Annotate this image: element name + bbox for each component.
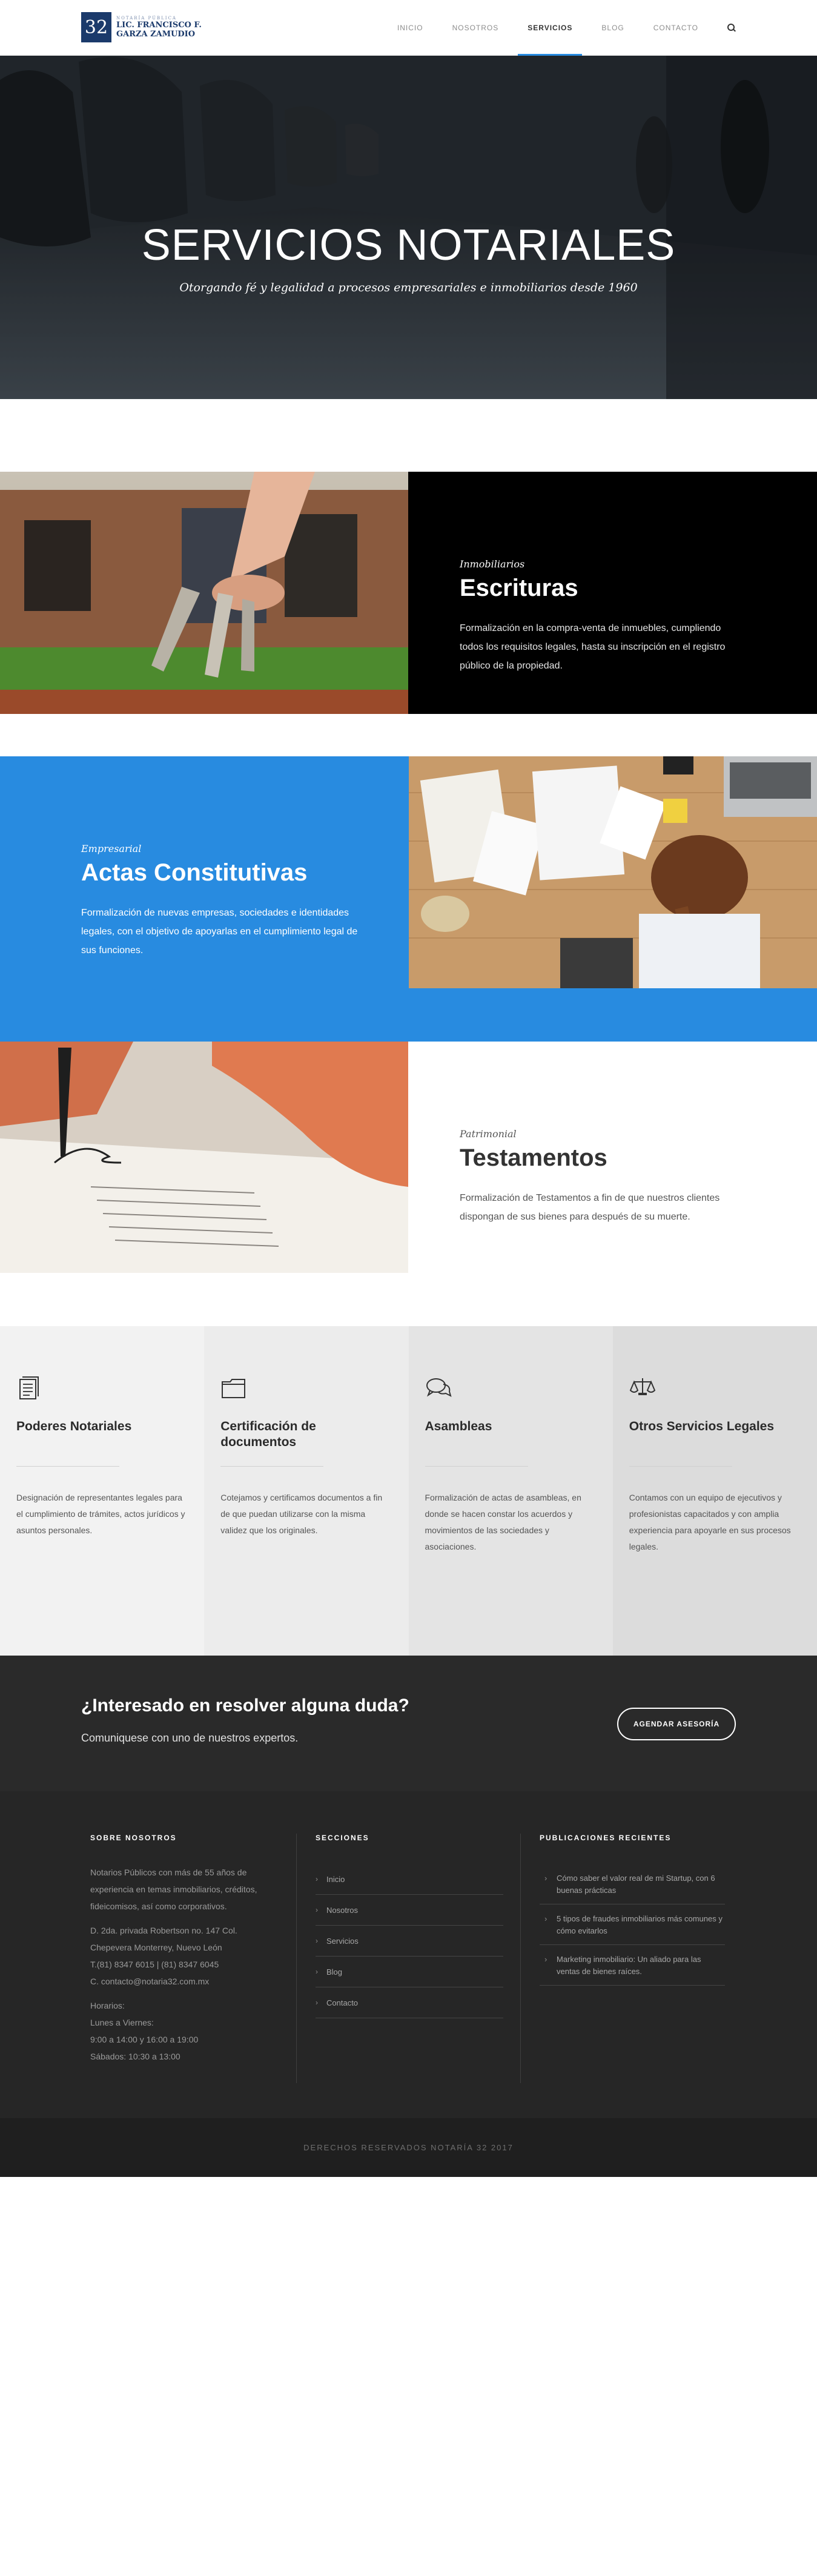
footer-phone: T.(81) 8347 6015 | (81) 8347 6045 (90, 1960, 219, 1969)
service-title: Asambleas (425, 1419, 492, 1433)
nav-contacto[interactable]: CONTACTO (653, 0, 698, 56)
chat-icon (426, 1378, 452, 1397)
footer-post-link[interactable]: › Marketing inmobiliario: Un aliado para … (540, 1945, 725, 1986)
chevron-right-icon: › (544, 1955, 547, 1964)
logo-name-line2: GARZA ZAMUDIO (116, 30, 196, 39)
hero-title: SERVICIOS NOTARIALES (141, 221, 676, 269)
service-body: Designación de representantes legales pa… (16, 1493, 185, 1535)
service-card: Poderes Notariales Designación de repres… (0, 1326, 205, 1656)
footer-about: SOBRE NOSOTROS Notarios Públicos con más… (90, 1834, 278, 2065)
footer-sections: SECCIONES › Inicio › Nosotros › Servicios ›… (316, 1834, 503, 2018)
service-divider (220, 1466, 324, 1467)
desk-photo (409, 756, 817, 988)
footer-about-title: SOBRE NOSOTROS (90, 1834, 177, 1842)
keys-photo (0, 472, 408, 714)
footer-link-label: Nosotros (326, 1905, 359, 1915)
cta-title: ¿Interesado en resolver alguna duda? (81, 1696, 409, 1716)
footer-link-nosotros[interactable]: › Nosotros (316, 1895, 503, 1926)
footer-post-title: Marketing inmobiliario: Un aliado para l… (557, 1955, 701, 1976)
feature-eyebrow: Patrimonial (460, 1128, 517, 1140)
footer-post-title: Cómo saber el valor real de mi Startup, … (557, 1874, 715, 1895)
service-divider (16, 1466, 119, 1467)
footer-link-inicio[interactable]: › Inicio (316, 1864, 503, 1895)
footer-link-label: Blog (326, 1967, 343, 1977)
footer-posts-title: PUBLICACIONES RECIENTES (540, 1834, 672, 1842)
chevron-right-icon: › (316, 1937, 318, 1945)
service-title: Otros Servicios Legales (629, 1419, 775, 1433)
hero-banner: SERVICIOS NOTARIALES Otorgando fé y lega… (0, 56, 817, 399)
nav-blog[interactable]: BLOG (601, 0, 624, 56)
footer-link-label: Contacto (326, 1998, 359, 2007)
footer-posts: PUBLICACIONES RECIENTES › Cómo saber el v… (540, 1834, 725, 1986)
service-card: Certificación de documentos Cotejamos y … (204, 1326, 409, 1656)
feature-body: Formalización de Testamentos a fin de qu… (460, 1193, 720, 1222)
footer-address2: Chepevera Monterrey, Nuevo León (90, 1943, 222, 1952)
nav-nosotros[interactable]: NOSOTROS (452, 0, 499, 56)
chevron-right-icon: › (316, 1967, 318, 1976)
footer-email[interactable]: C. contacto@notaria32.com.mx (90, 1973, 278, 1990)
main-nav: INICIO NOSOTROS SERVICIOS BLOG CONTACTO (368, 0, 736, 56)
service-body: Cotejamos y certificamos documentos a fi… (220, 1493, 383, 1535)
footer-address1: D. 2da. privada Robertson no. 147 Col. (90, 1926, 237, 1935)
feature-body: Formalización de nuevas empresas, socied… (81, 908, 358, 956)
footer-link-contacto[interactable]: › Contacto (316, 1987, 503, 2018)
signing-photo (0, 1042, 408, 1273)
cta-banner: ¿Interesado en resolver alguna duda? Com… (0, 1656, 817, 1791)
footer-hours3: Sábados: 10:30 a 13:00 (90, 2052, 180, 2061)
search-icon[interactable] (727, 24, 736, 32)
footer-sections-title: SECCIONES (316, 1834, 369, 1842)
chevron-right-icon: › (316, 1875, 318, 1883)
service-body: Formalización de actas de asambleas, en … (425, 1493, 581, 1551)
footer-link-servicios[interactable]: › Servicios (316, 1926, 503, 1957)
footer-post-link[interactable]: › 5 tipos de fraudes inmobiliarios más co… (540, 1904, 725, 1945)
services-grid: Poderes Notariales Designación de repres… (0, 1326, 817, 1656)
folder-icon (222, 1379, 246, 1398)
service-body: Contamos con un equipo de ejecutivos y p… (629, 1493, 791, 1551)
footer-about-text: Notarios Públicos con más de 55 años de … (90, 1868, 257, 1911)
footer-divider (296, 1834, 297, 2083)
service-divider (629, 1466, 732, 1467)
footer-link-label: Inicio (326, 1874, 345, 1884)
nav-servicios[interactable]: SERVICIOS (518, 0, 583, 56)
cta-subtitle: Comuniquese con uno de nuestros expertos… (81, 1732, 299, 1744)
logo-badge: 32 (81, 12, 111, 42)
chevron-right-icon: › (316, 1998, 318, 2007)
hero-subtitle: Otorgando fé y legalidad a procesos empr… (179, 281, 638, 294)
footer-post-link[interactable]: › Cómo saber el valor real de mi Startup,… (540, 1864, 725, 1904)
feature-body: Formalización en la compra-venta de inmu… (460, 623, 726, 671)
footer-link-label: Servicios (326, 1936, 359, 1946)
feature-title: Actas Constitutivas (81, 859, 308, 886)
footer-divider (520, 1834, 521, 2083)
service-title: Poderes Notariales (16, 1419, 132, 1433)
feature-testamentos: Patrimonial Testamentos Formalización de… (0, 1042, 817, 1273)
nav-inicio[interactable]: INICIO (397, 0, 423, 56)
site-header: 32 NOTARÍA PÚBLICA LIC. FRANCISCO F. GAR… (0, 0, 817, 56)
feature-eyebrow: Empresarial (81, 843, 142, 854)
chevron-right-icon: › (544, 1874, 547, 1883)
site-footer: SOBRE NOSOTROS Notarios Públicos con más… (0, 1791, 817, 2118)
feature-eyebrow: Inmobiliarios (460, 558, 525, 570)
service-title: Certificación de documentos (220, 1419, 316, 1449)
logo[interactable]: 32 NOTARÍA PÚBLICA LIC. FRANCISCO F. GAR… (81, 12, 202, 42)
footer-hours-title: Horarios: (90, 2001, 125, 2010)
feature-escrituras: Inmobiliarios Escrituras Formalización e… (0, 472, 817, 714)
footer-hours1: Lunes a Viernes: (90, 2018, 154, 2027)
service-card: Otros Servicios Legales Contamos con un … (612, 1326, 817, 1656)
chevron-right-icon: › (316, 1906, 318, 1914)
service-divider (425, 1466, 528, 1467)
service-card: Asambleas Formalización de actas de asam… (408, 1326, 613, 1656)
footer-hours2: 9:00 a 14:00 y 16:00 a 19:00 (90, 2035, 199, 2044)
chevron-right-icon: › (544, 1914, 547, 1923)
scales-icon (629, 1378, 655, 1395)
copyright-bar: DERECHOS RESERVADOS NOTARÍA 32 2017 (0, 2118, 817, 2177)
footer-post-title: 5 tipos de fraudes inmobiliarios más com… (557, 1914, 723, 1935)
document-icon (19, 1376, 39, 1399)
feature-title: Testamentos (460, 1144, 607, 1171)
schedule-advice-button[interactable]: AGENDAR ASESORÍA (617, 1708, 736, 1740)
feature-actas: Empresarial Actas Constitutivas Formaliz… (0, 756, 817, 1042)
feature-title: Escrituras (460, 575, 578, 601)
logo-name-line1: LIC. FRANCISCO F. (116, 21, 202, 30)
footer-link-blog[interactable]: › Blog (316, 1957, 503, 1987)
logo-subtitle: NOTARÍA PÚBLICA (116, 16, 177, 21)
